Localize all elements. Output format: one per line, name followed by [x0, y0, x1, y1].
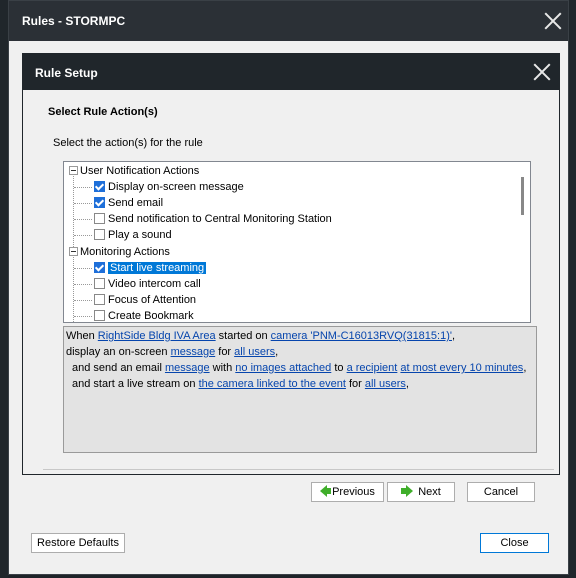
tree-connector — [74, 268, 92, 269]
summary-text: , — [275, 346, 279, 358]
next-button[interactable]: Next — [387, 482, 455, 502]
tree-item-create-bookmark[interactable]: Create Bookmark — [94, 308, 194, 322]
images-link[interactable]: no images attached — [235, 362, 331, 374]
tree-item-label: Send notification to Central Monitoring … — [108, 213, 332, 225]
previous-button-label: Previous — [332, 486, 375, 498]
summary-line: When RightSide Bldg IVA Area started on … — [66, 328, 534, 344]
event-source-link[interactable]: RightSide Bldg IVA Area — [98, 330, 216, 342]
summary-text: , — [405, 378, 409, 390]
checkbox[interactable] — [94, 196, 105, 208]
users-link[interactable]: all users — [234, 346, 275, 358]
checkbox[interactable] — [94, 293, 105, 305]
tree-group-monitoring[interactable]: Monitoring Actions — [69, 244, 170, 260]
summary-text: , — [451, 330, 456, 342]
tree-item-label: Create Bookmark — [108, 310, 194, 322]
close-button[interactable]: Close — [480, 533, 549, 553]
tree-item-label: Focus of Attention — [108, 294, 197, 306]
tree-group-user-notification[interactable]: User Notification Actions — [69, 163, 199, 179]
window-title: Rules - STORMPC — [22, 14, 126, 28]
arrow-left-icon — [320, 485, 332, 498]
summary-text: with — [209, 362, 236, 374]
dialog-title-bar: Rule Setup — [23, 54, 559, 90]
summary-text: and start a live stream on — [72, 378, 199, 390]
camera-link[interactable]: camera 'PNM-C16013RVQ(31815:1)' — [271, 330, 452, 342]
collapse-icon[interactable] — [69, 246, 78, 256]
tree-connector — [74, 284, 92, 285]
tree-item-label: Send email — [108, 197, 164, 209]
tree-connector — [74, 219, 92, 220]
tree-item-start-live-streaming[interactable]: Start live streaming — [94, 260, 207, 276]
summary-line: and start a live stream on the camera li… — [66, 376, 534, 392]
summary-text: for — [345, 378, 365, 390]
checkbox[interactable] — [94, 309, 105, 321]
close-button-label: Close — [500, 537, 529, 549]
scrollbar-thumb[interactable] — [521, 177, 524, 215]
checkbox[interactable] — [94, 212, 105, 224]
tree-item-label: Display on-screen message — [108, 181, 244, 193]
instruction-text: Select the action(s) for the rule — [53, 137, 203, 149]
restore-defaults-button[interactable]: Restore Defaults — [31, 533, 125, 553]
rule-setup-dialog: Rule Setup Select Rule Action(s) Select … — [22, 53, 560, 475]
dialog-close-icon[interactable] — [533, 63, 551, 81]
summary-text: to — [331, 362, 347, 374]
summary-line: and send an email message with no images… — [66, 360, 534, 376]
tree-connector — [74, 300, 92, 301]
message-link[interactable]: message — [171, 346, 216, 358]
divider — [43, 469, 554, 470]
window-close-icon[interactable] — [544, 12, 562, 30]
tree-item-display-message[interactable]: Display on-screen message — [94, 179, 244, 195]
action-tree[interactable]: User Notification Actions Display on-scr… — [63, 161, 531, 323]
tree-item-focus-of-attention[interactable]: Focus of Attention — [94, 292, 196, 308]
summary-text: , — [523, 362, 527, 374]
linked-camera-link[interactable]: the camera linked to the event — [199, 378, 346, 390]
background-right — [569, 0, 576, 578]
collapse-icon[interactable] — [69, 165, 78, 175]
summary-text: When — [66, 330, 98, 342]
tree-item-send-notification-cms[interactable]: Send notification to Central Monitoring … — [94, 211, 332, 227]
window-title-bar: Rules - STORMPC — [9, 1, 568, 41]
cancel-button[interactable]: Cancel — [467, 482, 535, 502]
tree-item-label: Play a sound — [108, 229, 172, 241]
email-message-link[interactable]: message — [165, 362, 210, 374]
summary-text: and send an email — [72, 362, 165, 374]
recipient-link[interactable]: a recipient — [347, 362, 398, 374]
summary-line: display an on-screen message for all use… — [66, 344, 534, 360]
summary-text: for — [215, 346, 235, 358]
tree-connector — [73, 254, 74, 322]
tree-scrollbar[interactable] — [516, 162, 530, 322]
tree-connector — [74, 316, 92, 317]
rules-window: Rules - STORMPC Rule Setup Select Rule A… — [8, 0, 569, 575]
checkbox[interactable] — [94, 228, 105, 240]
section-title: Select Rule Action(s) — [48, 106, 158, 118]
summary-text: started on — [215, 330, 271, 342]
restore-defaults-label: Restore Defaults — [37, 537, 119, 549]
rule-summary: When RightSide Bldg IVA Area started on … — [63, 326, 537, 453]
stream-users-link[interactable]: all users — [365, 378, 406, 390]
tree-item-play-sound[interactable]: Play a sound — [94, 227, 172, 243]
checkbox[interactable] — [94, 277, 105, 289]
tree-group-label: User Notification Actions — [80, 165, 200, 177]
arrow-right-icon — [401, 485, 414, 498]
tree-item-video-intercom[interactable]: Video intercom call — [94, 276, 201, 292]
tree-item-label: Video intercom call — [108, 278, 201, 290]
previous-button[interactable]: Previous — [311, 482, 384, 502]
frequency-link[interactable]: at most every 10 minutes — [400, 362, 523, 374]
background-left — [0, 0, 8, 578]
tree-connector — [74, 187, 92, 188]
tree-connector — [74, 203, 92, 204]
checkbox[interactable] — [94, 261, 105, 273]
checkbox[interactable] — [94, 180, 105, 192]
dialog-title: Rule Setup — [35, 66, 98, 80]
tree-group-label: Monitoring Actions — [80, 246, 170, 258]
next-button-label: Next — [418, 486, 441, 498]
summary-text: display an on-screen — [66, 346, 171, 358]
tree-connector — [74, 235, 92, 236]
cancel-button-label: Cancel — [483, 486, 519, 498]
tree-item-label: Start live streaming — [108, 262, 207, 274]
tree-item-send-email[interactable]: Send email — [94, 195, 163, 211]
